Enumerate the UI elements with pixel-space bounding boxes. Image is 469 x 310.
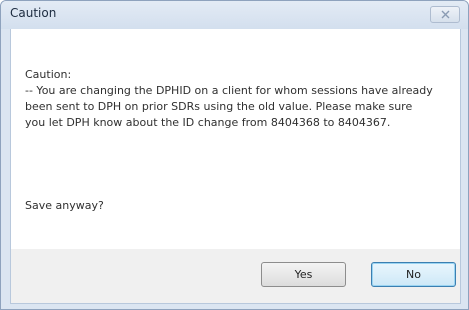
- close-button[interactable]: [430, 6, 460, 23]
- caution-dialog: Caution Caution: -- You are changing the…: [0, 0, 469, 310]
- message-body: -- You are changing the DPHID on a clien…: [25, 84, 433, 129]
- window-title: Caution: [10, 6, 57, 20]
- message-area: Caution: -- You are changing the DPHID o…: [10, 29, 461, 249]
- close-icon: [441, 10, 450, 19]
- message-heading: Caution:: [25, 68, 72, 81]
- no-button[interactable]: No: [371, 262, 456, 287]
- confirmation-question: Save anyway?: [25, 199, 104, 212]
- yes-button[interactable]: Yes: [261, 262, 346, 287]
- button-bar: Yes No: [10, 249, 461, 304]
- title-bar: Caution: [1, 1, 468, 29]
